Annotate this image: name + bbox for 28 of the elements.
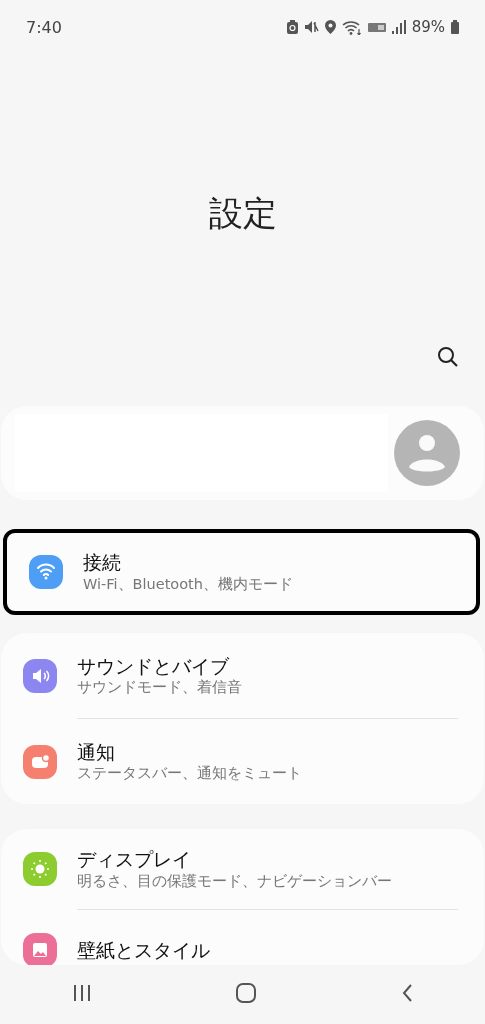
battery-saver-icon	[286, 20, 298, 35]
location-icon	[324, 20, 336, 35]
search-icon[interactable]	[437, 346, 459, 368]
settings-item[interactable]: サウンドとバイブ サウンドモード、着信音	[1, 633, 484, 718]
battery-icon	[451, 20, 459, 35]
settings-item[interactable]: 接続 Wi-Fi、Bluetooth、機内モード	[7, 533, 476, 611]
avatar-icon	[394, 420, 460, 486]
settings-item[interactable]: 通知 ステータスバー、通知をミュート	[1, 719, 484, 804]
item-title: 壁紙とスタイル	[77, 937, 210, 963]
wifi-icon	[341, 19, 362, 35]
signal-icon	[391, 20, 406, 35]
mute-icon	[303, 20, 319, 35]
settings-item[interactable]: 壁紙とスタイル	[1, 910, 484, 965]
battery-percent: 89%	[411, 17, 445, 38]
settings-item[interactable]: ディスプレイ 明るさ、目の保護モード、ナビゲーションバー	[1, 829, 484, 909]
item-title: ディスプレイ	[77, 847, 192, 872]
item-subtitle: ステータスバー、通知をミュート	[77, 764, 302, 784]
item-subtitle: サウンドモード、着信音	[77, 678, 242, 698]
recents-button[interactable]	[72, 983, 93, 1002]
item-title: サウンドとバイブ	[77, 653, 230, 679]
clock-time: 7:40	[26, 17, 62, 39]
item-title: 通知	[77, 739, 116, 765]
page-title: 設定	[208, 192, 277, 235]
item-subtitle: Wi-Fi、Bluetooth、機内モード	[83, 574, 293, 594]
item-subtitle: 明るさ、目の保護モード、ナビゲーションバー	[77, 871, 392, 891]
item-title: 接続	[83, 550, 122, 575]
back-button[interactable]	[400, 983, 413, 1002]
home-button[interactable]	[236, 982, 257, 1003]
